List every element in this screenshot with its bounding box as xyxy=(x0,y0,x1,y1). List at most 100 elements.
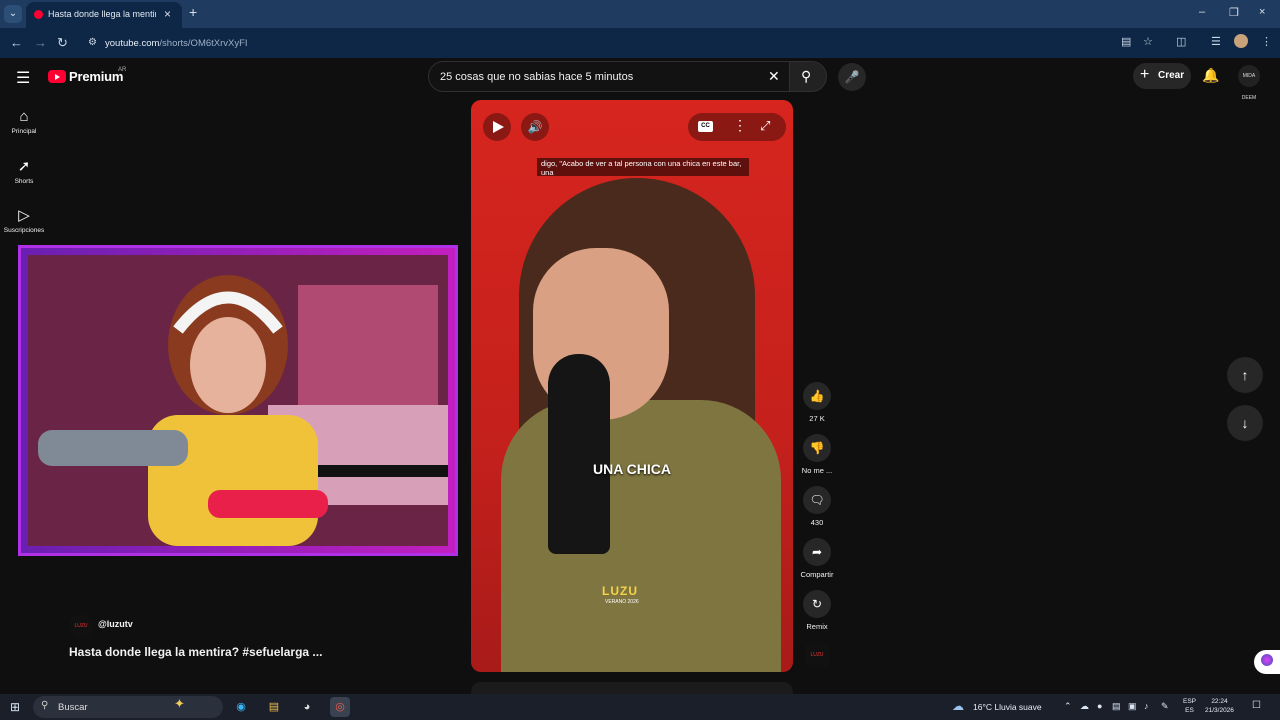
sidebar-item-shorts[interactable]: ➚ Shorts xyxy=(0,157,48,185)
streamer-webcam-overlay xyxy=(18,245,458,556)
speaker-icon[interactable]: ♪ xyxy=(1144,701,1149,711)
assistant-icon xyxy=(1261,654,1273,666)
site-info-icon[interactable]: ⚙ xyxy=(88,37,97,48)
volume-icon[interactable]: 🔊 xyxy=(521,113,549,141)
tab-close-icon[interactable]: × xyxy=(164,7,171,21)
install-app-icon[interactable]: ▤ xyxy=(1121,35,1131,48)
like-count: 27 K xyxy=(809,414,825,423)
notifications-bell-icon[interactable]: 🔔 xyxy=(1202,67,1219,84)
sidebar-item-label: Suscripciones xyxy=(3,227,45,234)
minimize-button[interactable]: – xyxy=(1199,6,1205,18)
fullscreen-icon[interactable]: ⤢ xyxy=(760,118,770,134)
extensions-icon[interactable]: ◫ xyxy=(1176,35,1186,48)
bookmark-star-icon[interactable]: ☆ xyxy=(1143,35,1153,48)
forward-button[interactable]: → xyxy=(34,35,47,50)
video-caption: digo, "Acabo de ver a tal persona con un… xyxy=(537,158,749,177)
restore-button[interactable]: ❐ xyxy=(1229,6,1239,19)
clear-search-icon[interactable]: ✕ xyxy=(768,68,780,85)
thumbs-down-icon: 👎 xyxy=(803,434,831,462)
keyboard-language[interactable]: ESP ES xyxy=(1183,697,1196,715)
sidebar-item-label: Shorts xyxy=(14,178,34,185)
home-icon: ⌂ xyxy=(19,108,29,125)
pen-icon[interactable]: ✎ xyxy=(1161,701,1169,712)
shorts-icon: ➚ xyxy=(17,158,31,175)
lang-line-1: ESP xyxy=(1183,698,1197,705)
browser-tab-bar: ⌄ Hasta donde llega la mentira? # × + – … xyxy=(0,0,1280,28)
channel-thumbnail[interactable]: LUZU xyxy=(805,643,829,667)
create-button[interactable]: + Crear xyxy=(1133,63,1191,89)
sidebar-item-principal[interactable]: ⌂ Principal xyxy=(0,108,48,135)
luzu-brand-subtitle: VERANO 2026 xyxy=(605,599,639,605)
play-button[interactable] xyxy=(483,113,511,141)
dislike-button[interactable]: 👎 No me ... xyxy=(797,434,837,475)
search-icon: ⚲ xyxy=(41,700,49,711)
search-input[interactable]: 25 cosas que no sabias hace 5 minutos ✕ xyxy=(428,61,790,92)
like-button[interactable]: 👍 27 K xyxy=(797,382,837,423)
share-icon: ➦ xyxy=(803,538,831,566)
luzu-brand-watermark: LUZU xyxy=(602,584,638,598)
plus-icon: + xyxy=(1140,66,1150,83)
close-window-button[interactable]: × xyxy=(1259,6,1265,18)
browser-profile-avatar[interactable] xyxy=(1234,34,1248,48)
windows-start-icon[interactable]: ⊞ xyxy=(10,700,20,714)
comment-icon: 🗨 xyxy=(803,486,831,514)
user-avatar[interactable]: MIDA DEEM xyxy=(1238,65,1260,101)
taskbar-clock[interactable]: 22:24 21/3/2026 xyxy=(1205,697,1234,715)
media-controls-icon[interactable]: ☰ xyxy=(1211,35,1221,48)
share-button[interactable]: ➦ Compartir xyxy=(797,538,837,579)
video-title[interactable]: Hasta donde llega la mentira? #sefuelarg… xyxy=(69,645,322,659)
create-label: Crear xyxy=(1158,70,1185,81)
clock-date: 21/3/2026 xyxy=(1205,707,1234,714)
youtube-logo-icon[interactable] xyxy=(48,70,66,83)
sidebar-item-label: Principal xyxy=(11,128,37,135)
chrome-icon[interactable]: ◎ xyxy=(330,697,350,717)
next-video-preview[interactable] xyxy=(471,682,793,694)
channel-name[interactable]: @luzutv xyxy=(98,619,133,629)
streamer-scene xyxy=(28,255,448,546)
reload-button[interactable]: ↻ xyxy=(57,35,68,51)
url-field[interactable]: ⚙ youtube.com/shorts/OM6tXrvXyFI xyxy=(81,32,1111,54)
weather-cloud-icon[interactable]: ☁ xyxy=(952,699,964,713)
taskbar-search[interactable]: ⚲ Buscar xyxy=(33,696,223,718)
hamburger-menu-icon[interactable]: ☰ xyxy=(16,68,30,88)
address-bar-row: ← → ↻ ⚙ youtube.com/shorts/OM6tXrvXyFI xyxy=(0,28,1280,58)
clock-time: 22:24 xyxy=(1211,698,1228,705)
comment-count: 430 xyxy=(810,518,824,527)
new-tab-button[interactable]: + xyxy=(189,4,197,20)
display-icon[interactable]: ▣ xyxy=(1128,701,1137,712)
edge-icon[interactable]: ◉ xyxy=(231,697,251,717)
shorts-video-player[interactable]: 🔊 CC ⋮ ⤢ digo, "Acabo de ver a tal perso… xyxy=(471,100,793,672)
tab-search-button[interactable]: ⌄ xyxy=(4,5,22,23)
assistant-floating-button[interactable] xyxy=(1254,650,1280,674)
copilot-sparkle-icon[interactable]: ✦ xyxy=(174,696,185,712)
country-code: AR xyxy=(118,67,127,73)
browser-menu-icon[interactable]: ⋮ xyxy=(1261,35,1272,48)
tray-chevron-icon[interactable]: ⌃ xyxy=(1064,701,1072,712)
search-icon: ⚲ xyxy=(801,68,812,84)
network-icon[interactable]: ▤ xyxy=(1112,701,1121,712)
next-short-button[interactable]: ↓ xyxy=(1227,405,1263,441)
voice-search-icon[interactable]: 🎤 xyxy=(838,63,866,91)
previous-short-button[interactable]: ↑ xyxy=(1227,357,1263,393)
sidebar-item-subscriptions[interactable]: ▷ Suscripciones xyxy=(0,206,48,234)
back-button[interactable]: ← xyxy=(10,35,23,50)
youtube-favicon-icon xyxy=(34,10,43,19)
remix-icon: ↻ xyxy=(803,590,831,618)
video-person-body xyxy=(501,400,781,672)
channel-avatar[interactable]: LUZU xyxy=(69,614,93,638)
more-options-icon[interactable]: ⋮ xyxy=(733,117,747,134)
file-explorer-icon[interactable]: ▤ xyxy=(264,697,284,717)
search-button[interactable]: ⚲ xyxy=(789,61,827,92)
notifications-icon[interactable]: ☐ xyxy=(1252,700,1261,711)
youtube-premium-logo[interactable]: Premium xyxy=(69,69,123,84)
browser-tab[interactable]: Hasta donde llega la mentira? # × xyxy=(26,2,182,28)
weather-text[interactable]: 16°C Lluvia suave xyxy=(973,702,1042,712)
cloud-sync-icon[interactable]: ☁ xyxy=(1080,701,1089,712)
remix-button[interactable]: ↻ Remix xyxy=(797,590,837,631)
comments-button[interactable]: 🗨 430 xyxy=(797,486,837,527)
search-query: 25 cosas que no sabias hace 5 minutos xyxy=(440,71,634,83)
obs-icon[interactable]: ◕ xyxy=(297,697,317,717)
captions-icon[interactable]: CC xyxy=(698,121,713,132)
microphone-tray-icon[interactable]: ● xyxy=(1097,701,1102,711)
video-microphone xyxy=(548,354,610,554)
